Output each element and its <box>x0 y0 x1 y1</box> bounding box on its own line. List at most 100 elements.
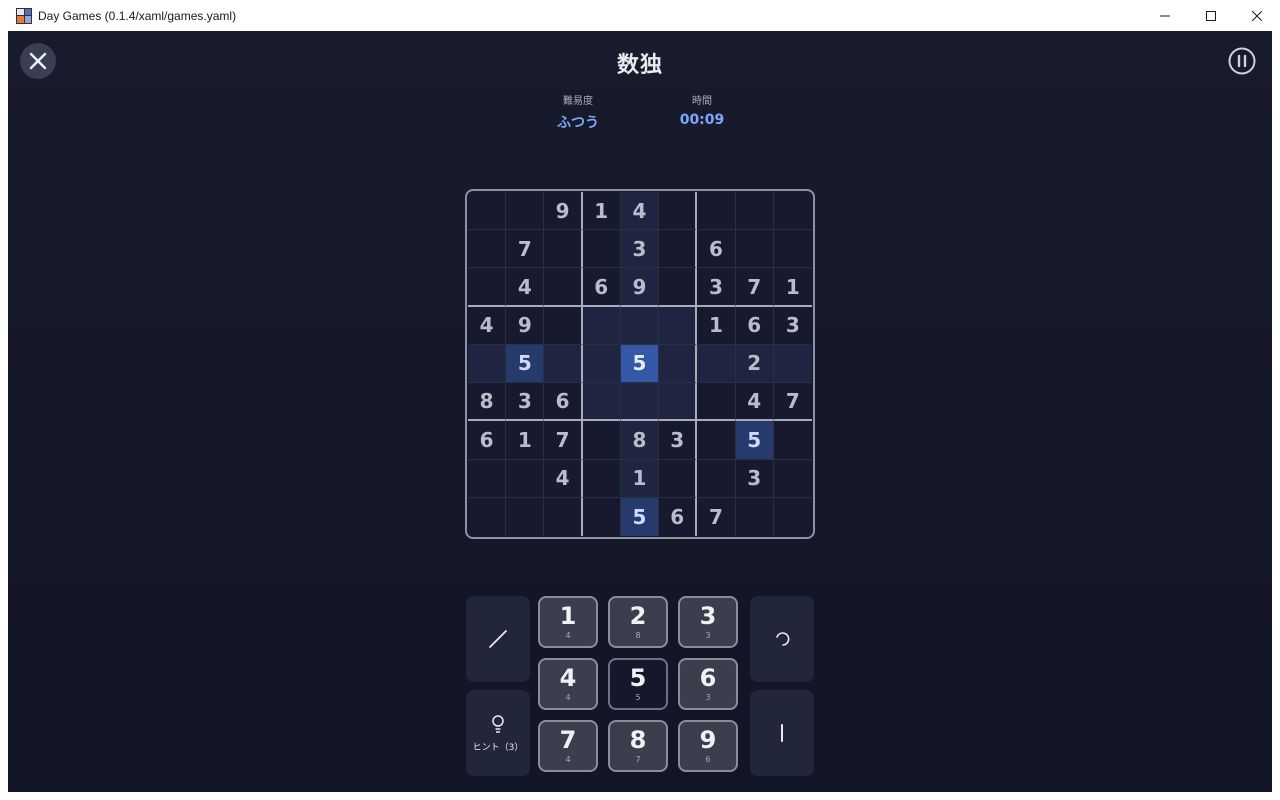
sudoku-cell[interactable] <box>582 459 621 498</box>
sudoku-cell[interactable]: 4 <box>544 459 583 498</box>
sudoku-cell[interactable]: 4 <box>506 268 545 307</box>
sudoku-cell[interactable] <box>582 383 621 422</box>
sudoku-cell[interactable] <box>544 268 583 307</box>
sudoku-cell[interactable]: 9 <box>544 192 583 231</box>
sudoku-cell[interactable] <box>659 230 698 269</box>
sudoku-cell[interactable] <box>735 192 774 231</box>
sudoku-cell[interactable] <box>468 344 507 384</box>
hint-button[interactable]: ヒント（3） <box>466 690 530 776</box>
sudoku-cell[interactable] <box>697 344 736 384</box>
sudoku-cell[interactable]: 6 <box>735 306 774 345</box>
sudoku-cell[interactable]: 7 <box>544 421 583 460</box>
sudoku-cell[interactable]: 7 <box>773 383 812 422</box>
number-key-8[interactable]: 87 <box>608 720 668 772</box>
sudoku-cell[interactable]: 9 <box>620 268 660 307</box>
number-key-9[interactable]: 96 <box>678 720 738 772</box>
sudoku-cell[interactable] <box>468 268 507 307</box>
sudoku-cell[interactable] <box>659 383 698 422</box>
pause-button[interactable] <box>1227 46 1257 76</box>
sudoku-cell[interactable] <box>468 459 507 498</box>
sudoku-cell[interactable] <box>659 192 698 231</box>
sudoku-cell[interactable] <box>774 498 812 536</box>
sudoku-cell[interactable] <box>544 306 583 345</box>
maximize-button[interactable] <box>1188 0 1234 31</box>
sudoku-cell[interactable] <box>697 192 736 231</box>
sudoku-cell[interactable] <box>620 383 660 422</box>
sudoku-cell[interactable] <box>506 497 545 536</box>
sudoku-cell[interactable] <box>582 230 621 269</box>
sudoku-cell[interactable]: 5 <box>620 497 660 536</box>
number-key-3[interactable]: 33 <box>678 596 738 648</box>
sudoku-cell[interactable]: 3 <box>659 421 698 460</box>
sudoku-cell[interactable] <box>773 230 812 269</box>
sudoku-cell[interactable] <box>773 192 812 231</box>
sudoku-cell[interactable] <box>773 460 812 498</box>
sudoku-cell[interactable] <box>468 192 507 231</box>
sudoku-cell[interactable]: 4 <box>620 192 660 231</box>
sudoku-cell[interactable]: 8 <box>620 421 660 460</box>
sudoku-cell[interactable] <box>582 344 621 384</box>
sudoku-cell[interactable] <box>697 459 736 498</box>
sudoku-cell[interactable]: 3 <box>735 459 774 498</box>
sudoku-cell[interactable] <box>468 230 507 269</box>
sudoku-cell[interactable] <box>659 459 698 498</box>
number-key-4[interactable]: 44 <box>538 658 598 710</box>
sudoku-cell[interactable]: 1 <box>773 268 812 307</box>
sudoku-cell[interactable] <box>506 459 545 498</box>
sudoku-cell[interactable]: 7 <box>735 268 774 307</box>
sudoku-cell[interactable]: 4 <box>468 306 507 345</box>
sudoku-cell[interactable] <box>544 230 583 269</box>
undo-button[interactable] <box>750 596 814 682</box>
sudoku-cell[interactable]: 3 <box>506 383 545 422</box>
sudoku-cell[interactable] <box>544 497 583 536</box>
number-key-digit: 7 <box>559 726 577 754</box>
sudoku-cell[interactable]: 1 <box>582 192 621 231</box>
sudoku-cell[interactable]: 6 <box>468 421 507 460</box>
window-close-button[interactable] <box>1234 0 1280 31</box>
sudoku-cell[interactable]: 3 <box>620 230 660 269</box>
sudoku-cell[interactable] <box>620 306 660 345</box>
sudoku-cell[interactable]: 1 <box>506 421 545 460</box>
sudoku-cell[interactable] <box>544 344 583 384</box>
sudoku-cell[interactable]: 7 <box>506 230 545 269</box>
number-key-5[interactable]: 55 <box>608 658 668 710</box>
sudoku-cell[interactable] <box>697 383 736 422</box>
sudoku-cell[interactable]: 6 <box>582 268 621 307</box>
sudoku-cell[interactable]: 9 <box>506 306 545 345</box>
sudoku-cell[interactable]: 6 <box>544 383 583 422</box>
sudoku-cell[interactable]: 5 <box>506 344 545 384</box>
sudoku-cell[interactable] <box>582 421 621 460</box>
minimize-button[interactable] <box>1142 0 1188 31</box>
sudoku-cell[interactable] <box>468 497 507 536</box>
sudoku-cell[interactable]: 3 <box>773 307 812 345</box>
sudoku-cell[interactable]: 2 <box>735 344 774 384</box>
sudoku-cell[interactable] <box>583 497 621 536</box>
sudoku-cell[interactable] <box>736 497 774 536</box>
number-key-7[interactable]: 74 <box>538 720 598 772</box>
pencil-mode-button[interactable] <box>466 596 530 682</box>
sudoku-cell[interactable]: 8 <box>468 383 507 422</box>
sudoku-cell[interactable]: 6 <box>697 230 736 269</box>
sudoku-cell[interactable] <box>735 230 774 269</box>
sudoku-cell[interactable] <box>659 268 698 307</box>
sudoku-cell[interactable] <box>582 306 621 345</box>
sudoku-cell[interactable]: 7 <box>697 497 736 536</box>
sudoku-cell[interactable]: 3 <box>697 268 736 307</box>
sudoku-cell[interactable] <box>506 192 545 231</box>
sudoku-cell[interactable]: 4 <box>735 383 774 422</box>
sudoku-cell[interactable]: 6 <box>659 497 698 536</box>
sudoku-cell[interactable] <box>697 421 736 460</box>
sudoku-cell[interactable] <box>773 344 812 384</box>
sudoku-cell[interactable] <box>659 344 698 384</box>
sudoku-cell[interactable] <box>773 421 812 460</box>
sudoku-cell[interactable]: 1 <box>697 306 736 345</box>
sudoku-cell[interactable]: 1 <box>620 459 660 498</box>
sudoku-cell[interactable]: 5 <box>735 421 774 460</box>
sudoku-cell[interactable] <box>659 306 698 345</box>
number-key-6[interactable]: 63 <box>678 658 738 710</box>
eraser-icon <box>781 724 783 742</box>
sudoku-cell[interactable]: 5 <box>620 344 660 384</box>
erase-button[interactable] <box>750 690 814 776</box>
number-key-1[interactable]: 14 <box>538 596 598 648</box>
number-key-2[interactable]: 28 <box>608 596 668 648</box>
